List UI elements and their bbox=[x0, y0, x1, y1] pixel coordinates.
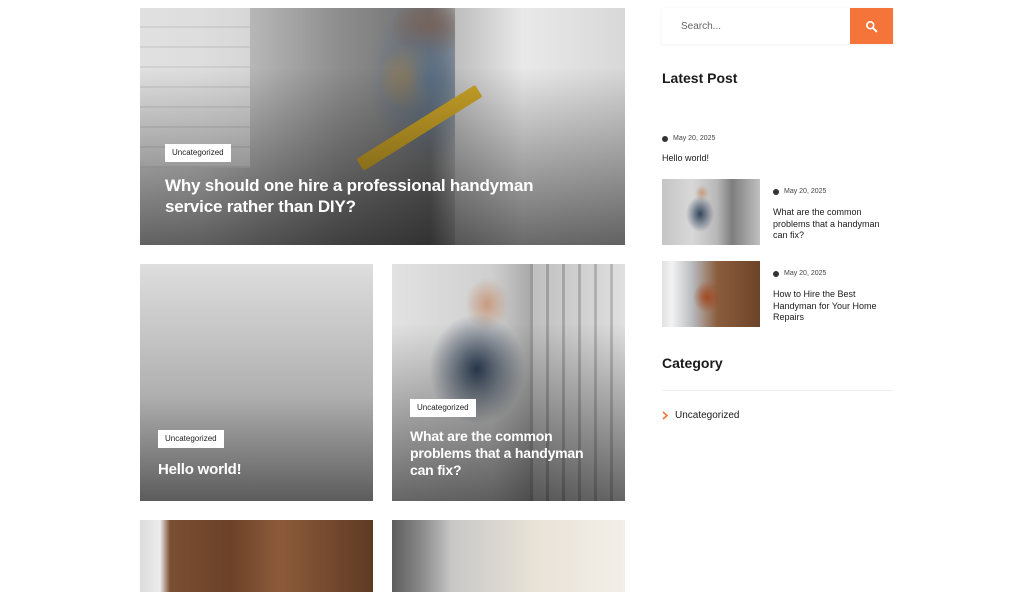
clock-icon bbox=[773, 270, 779, 277]
post-date-text: May 20, 2025 bbox=[784, 270, 827, 277]
common-problems-post-content: Uncategorized What are the common proble… bbox=[392, 397, 625, 501]
search-input[interactable] bbox=[662, 8, 850, 44]
chevron-right-icon bbox=[662, 411, 668, 420]
post-date: May 20, 2025 bbox=[773, 188, 826, 195]
category-item-uncategorized[interactable]: Uncategorized bbox=[662, 410, 739, 421]
latest-post-thumbnail[interactable] bbox=[662, 179, 760, 245]
category-label: Uncategorized bbox=[675, 410, 740, 421]
hello-world-post-title[interactable]: Hello world! bbox=[158, 460, 355, 479]
featured-post-content: Uncategorized Why should one hire a prof… bbox=[140, 142, 625, 245]
common-problems-post-card[interactable]: Uncategorized What are the common proble… bbox=[392, 264, 625, 501]
divider bbox=[662, 390, 893, 391]
search-icon bbox=[866, 20, 878, 32]
category-badge[interactable]: Uncategorized bbox=[158, 430, 224, 448]
latest-post-link[interactable]: What are the common problems that a hand… bbox=[773, 207, 895, 242]
latest-post-heading: Latest Post bbox=[662, 70, 738, 86]
hello-world-post-content: Uncategorized Hello world! bbox=[140, 428, 373, 501]
post-date-text: May 20, 2025 bbox=[784, 188, 827, 195]
category-badge[interactable]: Uncategorized bbox=[410, 399, 476, 417]
post-image bbox=[392, 520, 625, 592]
featured-post-card[interactable]: Uncategorized Why should one hire a prof… bbox=[140, 8, 625, 245]
common-problems-post-title[interactable]: What are the common problems that a hand… bbox=[410, 428, 607, 479]
post-date: May 20, 2025 bbox=[662, 135, 715, 142]
post-date: May 20, 2025 bbox=[773, 270, 826, 277]
featured-post-title[interactable]: Why should one hire a professional handy… bbox=[165, 175, 545, 217]
search-button[interactable] bbox=[850, 8, 893, 44]
blog-page: Uncategorized Why should one hire a prof… bbox=[0, 0, 1024, 592]
latest-post-link[interactable]: How to Hire the Best Handyman for Your H… bbox=[773, 289, 893, 324]
post-card-partial[interactable] bbox=[140, 520, 373, 592]
post-card-partial[interactable] bbox=[392, 520, 625, 592]
post-image bbox=[140, 520, 373, 592]
latest-post-link[interactable]: Hello world! bbox=[662, 153, 709, 165]
post-date-text: May 20, 2025 bbox=[673, 135, 716, 142]
latest-post-thumbnail[interactable] bbox=[662, 261, 760, 327]
clock-icon bbox=[662, 135, 668, 142]
hello-world-post-card[interactable]: Uncategorized Hello world! bbox=[140, 264, 373, 501]
category-badge[interactable]: Uncategorized bbox=[165, 144, 231, 162]
category-heading: Category bbox=[662, 355, 723, 371]
clock-icon bbox=[773, 188, 779, 195]
